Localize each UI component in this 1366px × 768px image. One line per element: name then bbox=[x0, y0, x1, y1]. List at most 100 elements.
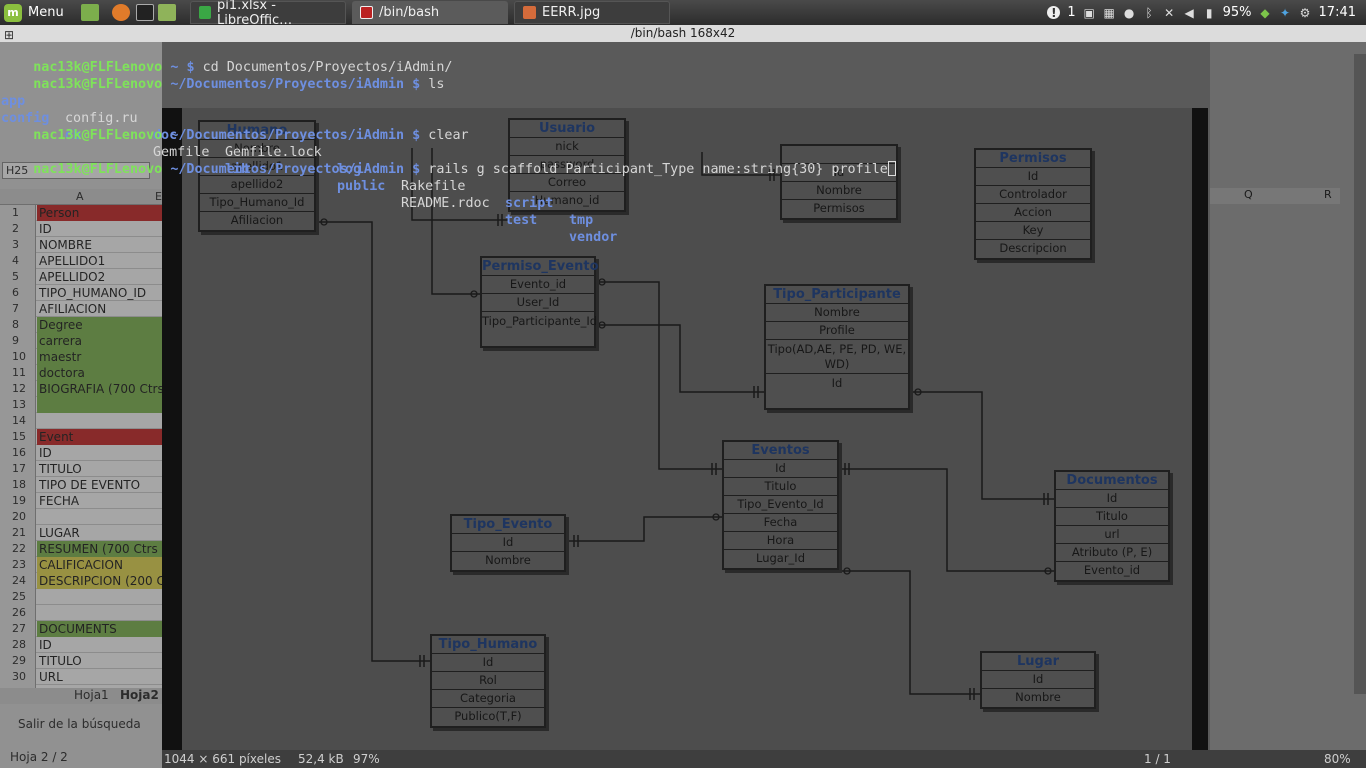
cell-a[interactable] bbox=[37, 509, 162, 525]
row-number[interactable]: 12 bbox=[0, 381, 36, 397]
entity-attr: Id bbox=[452, 534, 564, 552]
entity-title: Permiso_Evento bbox=[482, 259, 599, 276]
row-number[interactable]: 19 bbox=[0, 493, 36, 509]
row-number[interactable]: 24 bbox=[0, 573, 36, 589]
cell-a[interactable]: FECHA bbox=[37, 493, 162, 509]
column-a-header[interactable]: A bbox=[76, 190, 84, 203]
cell-a[interactable]: CALIFICACION bbox=[37, 557, 162, 573]
row-number[interactable]: 7 bbox=[0, 301, 36, 317]
cell-a[interactable]: URL bbox=[37, 669, 162, 685]
row-number[interactable]: 5 bbox=[0, 269, 36, 285]
row-number[interactable]: 30 bbox=[0, 669, 36, 685]
dropbox-icon[interactable]: ✦ bbox=[1279, 6, 1292, 20]
cell-a[interactable]: Person bbox=[37, 205, 162, 221]
volume-icon[interactable]: ◀ bbox=[1183, 6, 1196, 20]
cell-a[interactable]: BIOGRAFIA (700 Ctrs bbox=[37, 381, 162, 397]
cell-a[interactable]: doctora bbox=[37, 365, 162, 381]
clock[interactable]: 17:41 bbox=[1319, 5, 1356, 20]
row-number[interactable]: 6 bbox=[0, 285, 36, 301]
sheet-row: 9 carrera bbox=[0, 333, 162, 349]
prompt-user: nac13k@FLFLenovo bbox=[33, 162, 163, 177]
cell-a[interactable]: ID bbox=[37, 445, 162, 461]
task-bash[interactable]: /bin/bash bbox=[352, 1, 508, 24]
camera-icon[interactable]: ▣ bbox=[1083, 6, 1096, 20]
entity-attr: Key bbox=[976, 222, 1090, 240]
wifi-icon[interactable]: ✕ bbox=[1163, 6, 1176, 20]
column-r-header[interactable]: R bbox=[1324, 188, 1332, 201]
row-number[interactable]: 23 bbox=[0, 557, 36, 573]
row-number[interactable]: 28 bbox=[0, 637, 36, 653]
row-number[interactable]: 21 bbox=[0, 525, 36, 541]
column-q-header[interactable]: Q bbox=[1244, 188, 1253, 201]
entity-title: Tipo_Participante bbox=[766, 286, 908, 304]
shield-icon[interactable]: ◆ bbox=[1259, 6, 1272, 20]
cell-a[interactable]: maestr bbox=[37, 349, 162, 365]
cell-a[interactable]: Degree bbox=[37, 317, 162, 333]
sheet-row: 12 BIOGRAFIA (700 Ctrs bbox=[0, 381, 162, 397]
cell-a[interactable] bbox=[37, 413, 162, 429]
files-icon[interactable] bbox=[158, 4, 176, 21]
row-number[interactable]: 27 bbox=[0, 621, 36, 637]
alert-icon[interactable]: ! bbox=[1047, 6, 1061, 20]
column-b-header[interactable]: E bbox=[155, 190, 162, 203]
row-number[interactable]: 8 bbox=[0, 317, 36, 333]
show-desktop-icon[interactable] bbox=[81, 4, 99, 21]
entity-permisos: Permisos Id Controlador Accion Key Descr… bbox=[974, 148, 1092, 260]
terminal[interactable]: nac13k@FLFLenovo ~ $ cd Documentos/Proye… bbox=[0, 42, 1366, 245]
cell-a[interactable]: APELLIDO2 bbox=[37, 269, 162, 285]
sheet-rows: 1 Person 2 ID 3 NOMBRE 4 APELLIDO1 5 APELLIDO2 6 TI… bbox=[0, 205, 162, 701]
command-input[interactable]: rails g scaffold Participant_Type name:s… bbox=[428, 162, 888, 177]
cell-a[interactable] bbox=[37, 605, 162, 621]
menu-button[interactable]: m Menu bbox=[0, 0, 76, 25]
firefox-icon[interactable] bbox=[112, 4, 130, 21]
cell-a[interactable]: carrera bbox=[37, 333, 162, 349]
terminal-line[interactable]: nac13k@FLFLenovo ~/Documentos/Proyectos/… bbox=[1, 144, 896, 177]
cell-a[interactable]: APELLIDO1 bbox=[37, 253, 162, 269]
entity-attr: Publico(T,F) bbox=[454, 709, 522, 723]
cell-a[interactable]: AFILIACION bbox=[37, 301, 162, 317]
row-number[interactable]: 20 bbox=[0, 509, 36, 525]
cell-a[interactable]: TITULO bbox=[37, 461, 162, 477]
row-number[interactable]: 15 bbox=[0, 429, 36, 445]
row-number[interactable]: 29 bbox=[0, 653, 36, 669]
cell-a[interactable]: TITULO bbox=[37, 653, 162, 669]
find-bar-close[interactable]: Salir de la búsqueda bbox=[0, 714, 162, 734]
row-number[interactable]: 17 bbox=[0, 461, 36, 477]
bluetooth-icon[interactable]: ᛒ bbox=[1143, 6, 1156, 20]
cell-a[interactable]: Event bbox=[37, 429, 162, 445]
cell-a[interactable] bbox=[37, 397, 162, 413]
cell-a[interactable]: DOCUMENTS bbox=[37, 621, 162, 637]
entity-attr: Nombre bbox=[1015, 690, 1061, 704]
user-icon[interactable]: ● bbox=[1123, 6, 1136, 20]
cell-a[interactable]: NOMBRE bbox=[37, 237, 162, 253]
cell-a[interactable]: ID bbox=[37, 221, 162, 237]
cell-a[interactable]: ID bbox=[37, 637, 162, 653]
task-image[interactable]: EERR.jpg bbox=[514, 1, 670, 24]
sync-icon[interactable]: ⚙ bbox=[1299, 6, 1312, 20]
cell-a[interactable]: DESCRIPCION (200 C bbox=[37, 573, 162, 589]
entity-attr: Categoria bbox=[432, 690, 544, 708]
battery-icon[interactable]: ▮ bbox=[1203, 6, 1216, 20]
row-number[interactable]: 11 bbox=[0, 365, 36, 381]
column-headers-right: Q R bbox=[1210, 188, 1340, 204]
cell-a[interactable]: RESUMEN (700 Ctrs bbox=[37, 541, 162, 557]
sheet-tab-hoja1[interactable]: Hoja1 bbox=[74, 688, 109, 702]
cell-a[interactable]: LUGAR bbox=[37, 525, 162, 541]
row-number[interactable]: 25 bbox=[0, 589, 36, 605]
row-number[interactable]: 26 bbox=[0, 605, 36, 621]
terminal-launcher-icon[interactable] bbox=[136, 4, 154, 21]
sheet-tab-hoja2[interactable]: Hoja2 bbox=[120, 688, 159, 702]
cell-a[interactable]: TIPO DE EVENTO bbox=[37, 477, 162, 493]
task-libreoffice[interactable]: pi1.xlsx - LibreOffic… bbox=[190, 0, 346, 28]
row-number[interactable]: 13 bbox=[0, 397, 36, 413]
sheet-row: 8 Degree bbox=[0, 317, 162, 333]
cell-a[interactable]: TIPO_HUMANO_ID bbox=[37, 285, 162, 301]
row-number[interactable]: 16 bbox=[0, 445, 36, 461]
row-number[interactable]: 18 bbox=[0, 477, 36, 493]
cell-a[interactable] bbox=[37, 589, 162, 605]
row-number[interactable]: 10 bbox=[0, 349, 36, 365]
row-number[interactable]: 14 bbox=[0, 413, 36, 429]
row-number[interactable]: 9 bbox=[0, 333, 36, 349]
network-icon[interactable]: ▦ bbox=[1103, 6, 1116, 20]
row-number[interactable]: 22 bbox=[0, 541, 36, 557]
